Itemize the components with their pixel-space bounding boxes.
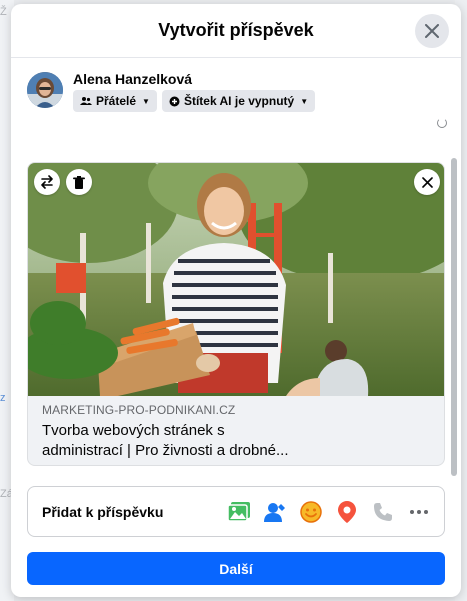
caret-down-icon: ▼ — [300, 96, 309, 106]
ai-label-selector[interactable]: Štítek AI je vypnutý ▼ — [161, 90, 316, 112]
audience-selector[interactable]: Přátelé ▼ — [73, 90, 157, 112]
tag-people-button[interactable] — [260, 497, 290, 527]
link-preview-meta: MARKETING-PRO-PODNIKANI.CZ Tvorba webový… — [28, 396, 444, 465]
add-to-post-bar: Přidat k příspěvku — [27, 486, 445, 537]
link-domain: MARKETING-PRO-PODNIKANI.CZ — [42, 403, 236, 417]
dialog-title: Vytvořit příspěvek — [158, 20, 314, 40]
more-options-button[interactable] — [404, 497, 434, 527]
tag-people-icon — [264, 503, 285, 522]
avatar[interactable] — [27, 72, 63, 108]
delete-button[interactable] — [66, 169, 92, 195]
background-fragment: Ž — [0, 6, 7, 18]
check-in-icon — [338, 501, 356, 523]
check-in-button[interactable] — [332, 497, 362, 527]
phone-button[interactable] — [368, 497, 398, 527]
remove-preview-button[interactable] — [414, 169, 440, 195]
emoji-toggle-icon[interactable] — [437, 118, 447, 128]
close-icon — [421, 176, 433, 188]
ai-label-icon — [169, 96, 180, 106]
background-fragment: z — [0, 392, 6, 404]
photo-video-button[interactable] — [224, 497, 254, 527]
next-button[interactable]: Další — [27, 552, 445, 585]
scrollbar[interactable] — [451, 158, 457, 476]
feeling-button[interactable] — [296, 497, 326, 527]
dialog-header: Vytvořit příspěvek — [11, 4, 461, 58]
create-post-dialog: Vytvořit příspěvek Alena Hanzelková Přát… — [11, 4, 461, 597]
caret-down-icon: ▼ — [142, 96, 150, 106]
more-icon — [410, 510, 428, 514]
link-title-line: Tvorba webových stránek s — [42, 422, 225, 439]
link-title: Tvorba webových stránek s administrací |… — [42, 421, 434, 461]
trash-icon — [73, 175, 85, 189]
close-icon — [425, 24, 439, 38]
author-name[interactable]: Alena Hanzelková — [73, 71, 192, 87]
link-preview-image — [28, 163, 444, 396]
link-title-line: administrací | Pro živnosti a drobné... — [42, 442, 289, 459]
photo-video-icon — [228, 502, 250, 522]
close-button[interactable] — [415, 14, 449, 48]
audience-label: Přátelé — [96, 94, 137, 108]
link-preview-card[interactable]: MARKETING-PRO-PODNIKANI.CZ Tvorba webový… — [27, 162, 445, 466]
phone-icon — [374, 503, 392, 521]
swap-arrows-icon — [41, 175, 53, 189]
add-to-post-label: Přidat k příspěvku — [42, 504, 164, 520]
friends-icon — [80, 97, 92, 105]
ai-label-text: Štítek AI je vypnutý — [183, 94, 295, 108]
swap-button[interactable] — [34, 169, 60, 195]
feeling-icon — [300, 501, 322, 523]
